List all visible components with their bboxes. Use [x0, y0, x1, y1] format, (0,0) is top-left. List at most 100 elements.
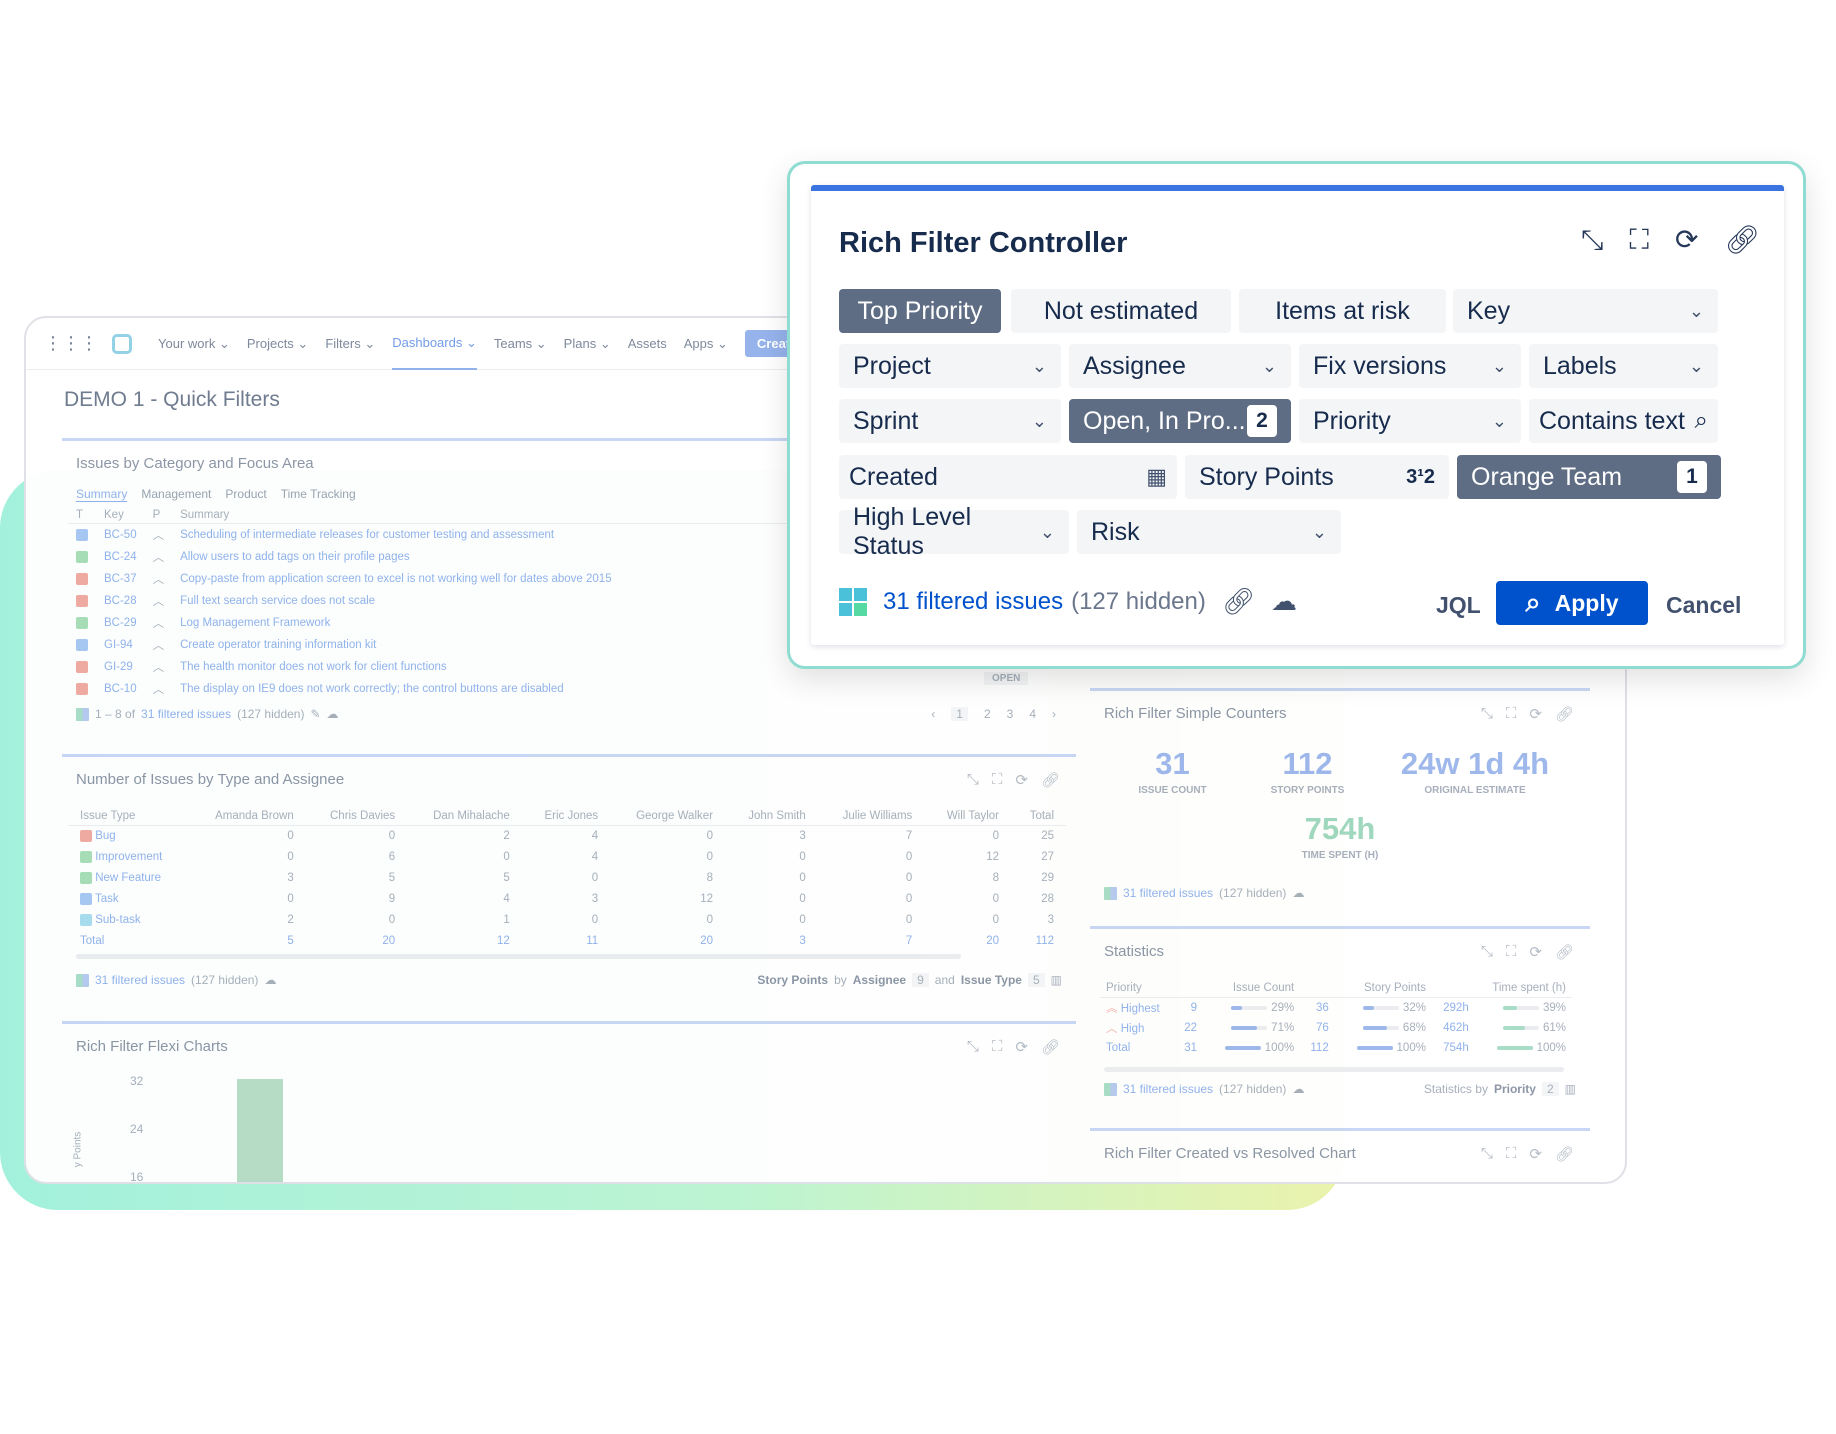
column-header[interactable]: Story Points	[1300, 979, 1432, 998]
column-header[interactable]: Dan Mihalache	[407, 807, 522, 826]
fullscreen-icon[interactable]: ⛶	[1506, 1145, 1517, 1163]
counter-story-points[interactable]: 112 STORY POINTS	[1250, 746, 1365, 796]
table-row[interactable]: Total 31 100% 112 100% 754h 100%	[1100, 1038, 1572, 1058]
filtered-issues-link[interactable]: 31 filtered issues	[883, 588, 1063, 616]
minimize-icon[interactable]: ⤡	[967, 1038, 979, 1056]
story-points-filter[interactable]: Story Points 3¹2	[1185, 455, 1449, 499]
filtered-issues-link[interactable]: 31 filtered issues	[1123, 1082, 1213, 1096]
refresh-icon[interactable]: ⟳	[1675, 223, 1698, 257]
value-cell[interactable]: 5	[407, 868, 522, 889]
value-cell[interactable]: 0	[407, 847, 522, 868]
issue-type-cell[interactable]: Improvement	[68, 847, 189, 868]
cloud-download-icon[interactable]: ☁	[1292, 886, 1304, 900]
issue-key[interactable]: BC-10	[96, 678, 145, 700]
column-header[interactable]: Will Taylor	[924, 807, 1011, 826]
table-row[interactable]: Bug 0 0 2 4 0 3 7 0 25	[68, 826, 1066, 847]
value-cell[interactable]: 0	[306, 826, 407, 847]
value-cell[interactable]: 9	[306, 889, 407, 910]
value-cell[interactable]: 28	[1011, 889, 1066, 910]
table-row[interactable]: ︽ Highest 9 29% 36 32% 292h 39%	[1100, 998, 1572, 1019]
filtered-issues-link[interactable]: 31 filtered issues	[95, 973, 185, 987]
tab-management[interactable]: Management	[141, 487, 211, 502]
value-cell[interactable]: 0	[818, 910, 925, 931]
column-header[interactable]: Time spent (h)	[1431, 979, 1572, 998]
link-icon[interactable]: 🔗︎	[1555, 943, 1574, 961]
column-header[interactable]: Priority	[1100, 979, 1175, 998]
refresh-icon[interactable]: ⟳	[1015, 771, 1028, 789]
value-cell[interactable]: 2	[407, 826, 522, 847]
value-cell[interactable]: 0	[522, 910, 610, 931]
fullscreen-icon[interactable]: ⛶	[992, 771, 1003, 789]
tab-summary[interactable]: Summary	[76, 487, 128, 502]
counter-time-spent[interactable]: 754h TIME SPENT (H)	[1280, 811, 1400, 861]
value-cell[interactable]: 12	[924, 847, 1011, 868]
issue-key[interactable]: BC-29	[96, 612, 145, 634]
value-cell[interactable]: 0	[725, 889, 818, 910]
quick-filter-not-estimated[interactable]: Not estimated	[1011, 289, 1231, 333]
value-cell[interactable]: 7	[818, 826, 925, 847]
table-row[interactable]: Sub-task 2 0 1 0 0 0 0 0 3	[68, 910, 1066, 931]
value-cell[interactable]: 0	[818, 868, 925, 889]
cloud-download-icon[interactable]: ☁	[264, 973, 276, 987]
counter-issue-count[interactable]: 31 ISSUE COUNT	[1120, 746, 1225, 796]
fullscreen-icon[interactable]: ⛶	[992, 1038, 1003, 1056]
value-cell[interactable]: 4	[522, 847, 610, 868]
cancel-button[interactable]: Cancel	[1666, 584, 1741, 626]
link-icon[interactable]: 🔗︎	[1222, 586, 1255, 617]
page-4[interactable]: 4	[1029, 707, 1036, 721]
calendar-icon[interactable]: ▦	[1146, 464, 1167, 490]
issue-type-cell[interactable]: Sub-task	[68, 910, 189, 931]
value-cell[interactable]: 0	[818, 889, 925, 910]
column-header[interactable]: Key	[96, 507, 145, 524]
value-cell[interactable]: 0	[924, 910, 1011, 931]
table-row[interactable]: BC-10 ︿ The display on IE9 does not work…	[68, 678, 1068, 700]
tab-time-tracking[interactable]: Time Tracking	[281, 487, 356, 502]
issue-type-cell[interactable]: Bug	[68, 826, 189, 847]
value-cell[interactable]: 3	[1011, 910, 1066, 931]
issue-key[interactable]: GI-94	[96, 634, 145, 656]
app-switcher-icon[interactable]: ⋮⋮⋮	[44, 333, 98, 354]
value-cell[interactable]: 0	[189, 826, 306, 847]
issue-key[interactable]: BC-28	[96, 590, 145, 612]
link-icon[interactable]: 🔗︎	[1555, 705, 1574, 723]
page-1[interactable]: 1	[951, 707, 968, 721]
chart-icon[interactable]: ▥	[1051, 973, 1062, 987]
filtered-issues-link[interactable]: 31 filtered issues	[141, 707, 231, 721]
cloud-download-icon[interactable]: ☁	[327, 707, 339, 721]
priority-cell[interactable]: ︽ Highest	[1100, 998, 1175, 1019]
nav-your-work[interactable]: Your work ⌄	[158, 318, 230, 370]
priority-cell[interactable]: ︿ High	[1100, 1018, 1175, 1038]
table-row[interactable]: New Feature 3 5 5 0 8 0 0 8 29	[68, 868, 1066, 889]
column-header[interactable]: Julie Williams	[817, 807, 925, 826]
minimize-icon[interactable]: ⤡	[1481, 1145, 1493, 1163]
value-cell[interactable]: 0	[306, 910, 407, 931]
chart-icon[interactable]: ▥	[1565, 1082, 1576, 1096]
refresh-icon[interactable]: ⟳	[1015, 1038, 1028, 1056]
value-cell[interactable]: 1	[407, 910, 522, 931]
value-cell[interactable]: 4	[407, 889, 522, 910]
column-header[interactable]: Issue Count	[1174, 979, 1301, 998]
quick-filter-items-at-risk[interactable]: Items at risk	[1239, 289, 1446, 333]
project-dropdown[interactable]: Project ⌄	[839, 344, 1061, 388]
value-cell[interactable]: 8	[610, 868, 725, 889]
value-cell[interactable]: 0	[610, 847, 725, 868]
created-date-filter[interactable]: Created ▦	[839, 455, 1177, 499]
apply-button[interactable]: ⌕ Apply	[1496, 581, 1648, 625]
sprint-dropdown[interactable]: Sprint ⌄	[839, 399, 1061, 443]
column-header[interactable]: Total	[1011, 807, 1066, 826]
value-cell[interactable]: 0	[818, 847, 925, 868]
labels-dropdown[interactable]: Labels ⌄	[1529, 344, 1718, 388]
column-header[interactable]: George Walker	[610, 807, 725, 826]
assignee-dropdown[interactable]: Assignee ⌄	[1069, 344, 1291, 388]
value-cell[interactable]: 12	[610, 889, 725, 910]
column-header[interactable]: Chris Davies	[305, 807, 408, 826]
column-header[interactable]: P	[144, 507, 173, 524]
risk-dropdown[interactable]: Risk ⌄	[1077, 510, 1341, 554]
issue-key[interactable]: BC-24	[96, 546, 145, 568]
filtered-issues-link[interactable]: 31 filtered issues	[1123, 886, 1213, 900]
fullscreen-icon[interactable]: ⛶	[1506, 943, 1517, 961]
tab-product[interactable]: Product	[225, 487, 266, 502]
nav-filters[interactable]: Filters ⌄	[325, 318, 375, 370]
value-cell[interactable]: 25	[1011, 826, 1066, 847]
value-cell[interactable]: 8	[924, 868, 1011, 889]
